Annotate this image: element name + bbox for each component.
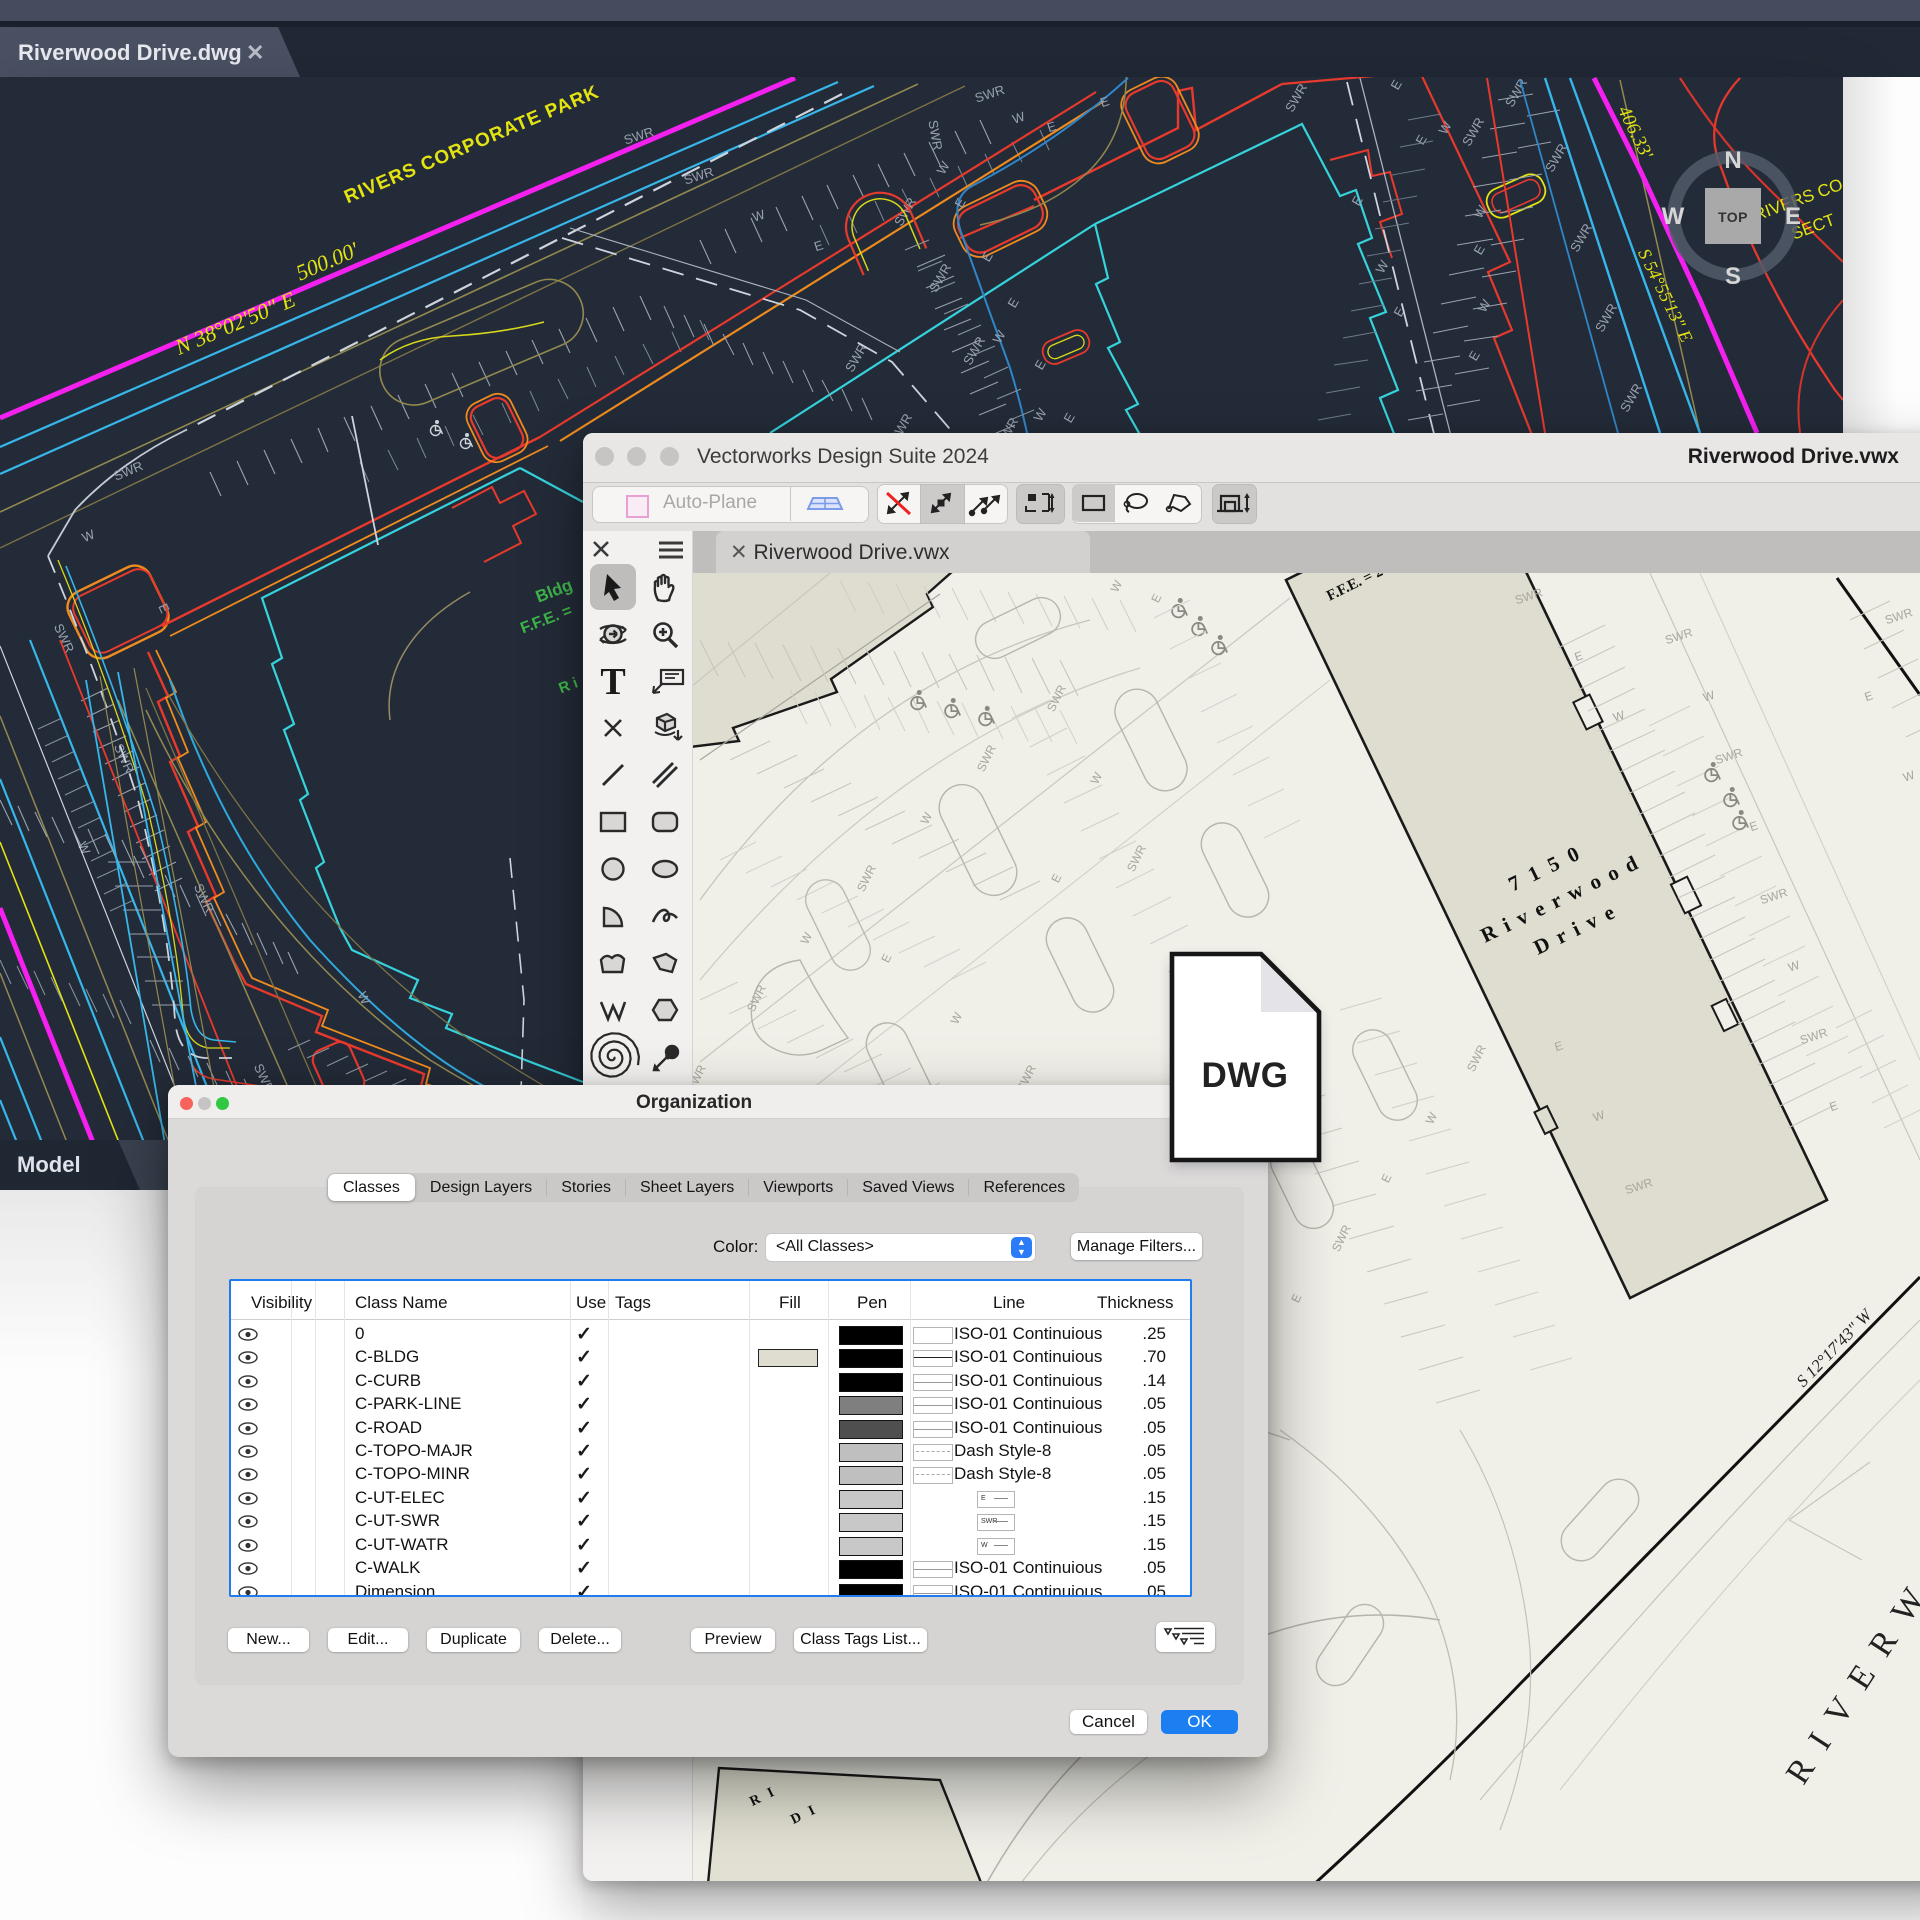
svg-text:W: W (1611, 708, 1627, 725)
svg-text:E: E (1288, 1292, 1304, 1305)
svg-text:E: E (1004, 295, 1021, 310)
svg-text:R i: R i (556, 674, 580, 697)
svg-text:W: W (80, 526, 98, 545)
svg-text:E: E (1148, 592, 1164, 605)
svg-text:E: E (1863, 688, 1875, 704)
svg-text:N: N (1724, 147, 1741, 174)
svg-text:SWR: SWR (842, 341, 870, 375)
svg-text:DWG: DWG (1201, 1056, 1288, 1095)
svg-text:E: E (1748, 818, 1760, 834)
svg-text:R I V E R W: R I V E R W (1779, 1578, 1920, 1791)
svg-text:SWR: SWR (974, 742, 999, 774)
svg-text:RIVERS CORPORATE PARK: RIVERS CORPORATE PARK (341, 82, 602, 209)
svg-text:SWR: SWR (1758, 885, 1789, 907)
svg-text:Bldg: Bldg (533, 575, 575, 606)
svg-text:SWR: SWR (1459, 115, 1487, 149)
svg-text:E: E (1045, 118, 1058, 135)
svg-text:SWR: SWR (1464, 1042, 1489, 1074)
svg-text:E: E (1470, 242, 1487, 257)
svg-text:SWR: SWR (1663, 625, 1694, 647)
svg-text:W: W (1088, 769, 1106, 786)
svg-text:SWR: SWR (925, 119, 945, 151)
svg-text:W: W (1423, 1109, 1441, 1126)
svg-text:W: W (1662, 203, 1685, 230)
svg-text:SWR: SWR (744, 982, 769, 1014)
svg-text:SWR: SWR (1282, 81, 1310, 115)
svg-text:W: W (355, 989, 374, 1007)
svg-text:E: E (812, 237, 825, 254)
svg-text:SWR: SWR (1713, 745, 1744, 767)
svg-text:W: W (1786, 958, 1802, 975)
svg-text:W: W (990, 327, 1009, 346)
svg-text:W: W (1010, 108, 1027, 126)
svg-text:SWR: SWR (973, 82, 1006, 106)
svg-text:E: E (1573, 648, 1585, 664)
svg-text:SWR: SWR (111, 458, 145, 484)
svg-text:E: E (1465, 348, 1482, 363)
svg-text:E: E (1785, 203, 1801, 230)
svg-text:SWR: SWR (191, 881, 217, 915)
svg-text:W: W (1031, 405, 1050, 424)
svg-text:SWR: SWR (1567, 221, 1595, 255)
svg-text:SWR: SWR (1798, 1025, 1829, 1047)
svg-text:E: E (1828, 1098, 1840, 1114)
svg-text:W: W (918, 809, 936, 826)
svg-text:W: W (1436, 118, 1455, 137)
svg-text:E: E (1387, 77, 1404, 92)
svg-text:F.F.E. =: F.F.E. = (518, 602, 574, 637)
svg-text:SWR: SWR (1592, 301, 1620, 335)
svg-text:E: E (1098, 93, 1111, 110)
svg-text:S: S (1725, 263, 1741, 290)
svg-text:E: E (1412, 132, 1429, 147)
svg-text:W: W (1108, 577, 1126, 594)
svg-text:TOP: TOP (1718, 209, 1748, 225)
svg-text:SWR: SWR (1617, 381, 1645, 415)
svg-text:E: E (1378, 1172, 1394, 1185)
svg-text:E: E (1048, 872, 1064, 885)
svg-text:T: T (600, 661, 625, 703)
svg-text:S 12°17'43" W: S 12°17'43" W (1793, 1304, 1877, 1390)
svg-text:W: W (1701, 688, 1717, 705)
svg-text:SWR: SWR (1883, 605, 1914, 627)
svg-text:E: E (155, 601, 172, 615)
svg-text:E: E (1060, 410, 1077, 425)
svg-text:SWR: SWR (1124, 842, 1149, 874)
svg-text:W: W (798, 929, 816, 946)
svg-text:SWR: SWR (1044, 682, 1069, 714)
svg-text:E: E (878, 952, 894, 965)
svg-text:W: W (1901, 768, 1917, 785)
svg-text:W: W (948, 1009, 966, 1026)
svg-text:SWR: SWR (682, 164, 715, 188)
svg-text:SWR: SWR (854, 862, 879, 894)
svg-text:W: W (1373, 257, 1392, 276)
svg-text:W: W (934, 158, 953, 177)
